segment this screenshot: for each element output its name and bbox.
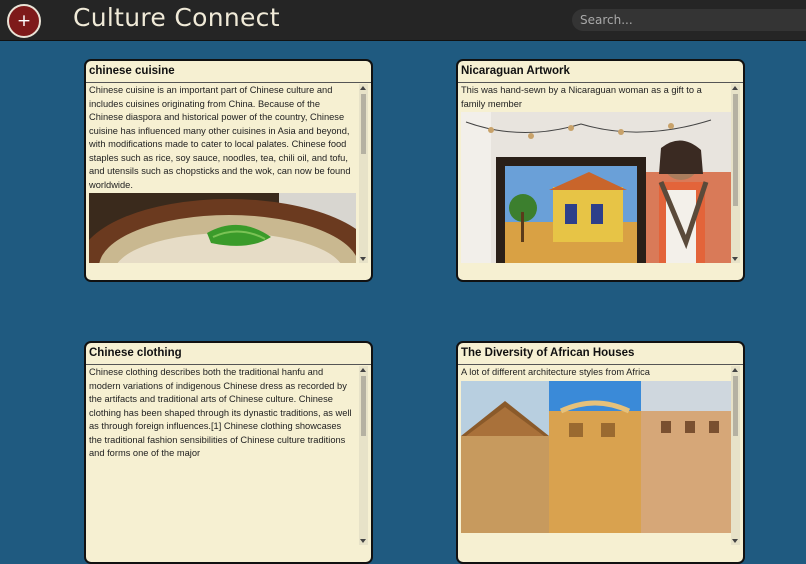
post-card: Nicaraguan Artwork This was hand-sewn by… <box>456 59 745 282</box>
scroll-thumb[interactable] <box>361 376 366 436</box>
scroll-thumb[interactable] <box>733 376 738 436</box>
scroll-thumb[interactable] <box>361 94 366 154</box>
scroll-up-icon[interactable] <box>360 368 366 372</box>
post-image <box>89 193 356 263</box>
scroll-up-icon[interactable] <box>360 86 366 90</box>
top-bar: + Culture Connect <box>0 0 806 41</box>
post-text: A lot of different architecture styles f… <box>461 367 650 377</box>
post-text: Chinese clothing describes both the trad… <box>89 367 352 458</box>
post-text: Chinese cuisine is an important part of … <box>89 85 351 190</box>
add-post-button[interactable]: + <box>7 4 41 38</box>
post-body[interactable]: This was hand-sewn by a Nicaraguan woman… <box>461 84 740 263</box>
scroll-up-icon[interactable] <box>732 86 738 90</box>
scroll-down-icon[interactable] <box>360 539 366 543</box>
scroll-down-icon[interactable] <box>732 539 738 543</box>
post-scrollbar[interactable] <box>731 84 740 263</box>
post-title: Nicaraguan Artwork <box>458 61 743 83</box>
post-body[interactable]: Chinese cuisine is an important part of … <box>89 84 368 263</box>
post-card: The Diversity of African Houses A lot of… <box>456 341 745 564</box>
post-scrollbar[interactable] <box>359 366 368 545</box>
post-scrollbar[interactable] <box>359 84 368 263</box>
scroll-down-icon[interactable] <box>732 257 738 261</box>
post-title: The Diversity of African Houses <box>458 343 743 365</box>
post-title: Chinese clothing <box>86 343 371 365</box>
post-body[interactable]: Chinese clothing describes both the trad… <box>89 366 368 545</box>
post-body[interactable]: A lot of different architecture styles f… <box>461 366 740 545</box>
post-image <box>461 380 736 533</box>
post-card: chinese cuisine Chinese cuisine is an im… <box>84 59 373 282</box>
post-title: chinese cuisine <box>86 61 371 83</box>
scroll-up-icon[interactable] <box>732 368 738 372</box>
scroll-down-icon[interactable] <box>360 257 366 261</box>
app-title: Culture Connect <box>73 3 280 32</box>
post-card: Chinese clothing Chinese clothing descri… <box>84 341 373 564</box>
search-input[interactable] <box>572 9 806 31</box>
scroll-thumb[interactable] <box>733 94 738 206</box>
post-text: This was hand-sewn by a Nicaraguan woman… <box>461 85 702 109</box>
post-image <box>461 112 736 263</box>
post-scrollbar[interactable] <box>731 366 740 545</box>
